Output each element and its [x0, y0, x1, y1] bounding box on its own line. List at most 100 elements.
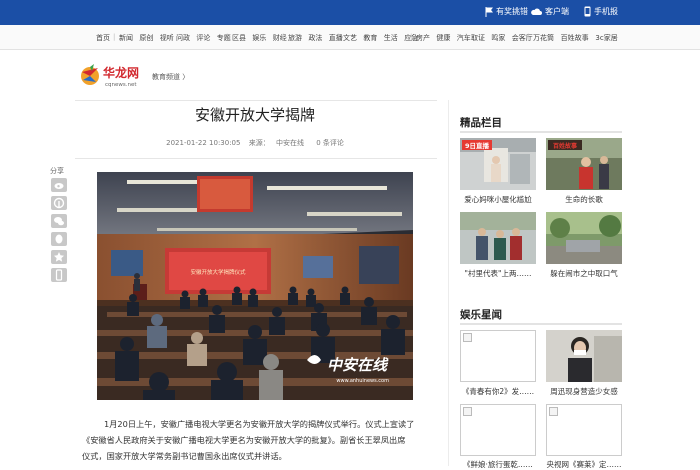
- nav-separator: |: [465, 33, 468, 41]
- article-title: 安徽开放大学揭牌: [194, 106, 315, 124]
- qq-icon: [55, 234, 63, 244]
- broken-image-icon: [463, 407, 472, 416]
- cloud-icon: [531, 8, 542, 15]
- featured-badge-2: 百姓故事: [553, 142, 577, 150]
- nav-item[interactable]: 旅游: [288, 33, 302, 43]
- nav-separator: |: [113, 33, 116, 41]
- featured-photo-2: 百姓故事: [546, 138, 622, 190]
- featured-caption-3[interactable]: "村里代表"上两……: [458, 268, 538, 279]
- logo-subtitle: cqnews.net: [105, 82, 137, 88]
- featured-thumb-3[interactable]: [460, 212, 536, 264]
- entertainment-caption-1[interactable]: 《青春有你2》发……: [458, 386, 538, 397]
- share-mobile-button[interactable]: [51, 268, 67, 282]
- star-icon: [54, 252, 64, 262]
- comment-count-link[interactable]: 0 条评论: [316, 139, 344, 147]
- featured-photo-3: [460, 212, 536, 264]
- logo-title: 华龙网: [103, 65, 139, 80]
- pinterest-icon: [53, 197, 65, 209]
- nav-item[interactable]: 财经: [273, 33, 287, 43]
- nav-item[interactable]: 万花筒: [533, 33, 554, 43]
- section-title-featured: 精品栏目: [460, 117, 502, 129]
- entertainment-caption-4[interactable]: 央视网《赛莱》定……: [544, 459, 624, 470]
- nav-separator: |: [337, 33, 340, 41]
- featured-thumb-1[interactable]: 9日直播: [460, 138, 536, 190]
- nav-item[interactable]: 问政: [176, 33, 190, 43]
- nav-item[interactable]: 百姓故事: [561, 33, 589, 43]
- article-date: 2021-01-22 10:30:05: [166, 139, 241, 147]
- logo-emblem-icon: [81, 64, 99, 85]
- share-label: 分享: [50, 167, 64, 175]
- nav-item[interactable]: 健康: [436, 33, 450, 43]
- nav-item[interactable]: 会客厅: [512, 33, 533, 43]
- share-weibo-button[interactable]: [51, 178, 67, 192]
- nav-separator: |: [170, 33, 173, 41]
- screen-banner-text: 安徽开放大学揭牌仪式: [190, 268, 246, 276]
- share-qq-button[interactable]: [51, 232, 67, 246]
- nav-item[interactable]: 娱乐: [252, 33, 266, 43]
- nav-item[interactable]: 区县: [232, 33, 246, 43]
- nav-item[interactable]: 首页: [96, 33, 110, 43]
- nav-separator: |: [527, 33, 530, 41]
- nav-item[interactable]: 生活: [384, 33, 398, 43]
- featured-thumb-2[interactable]: 百姓故事: [546, 138, 622, 190]
- mobile-news-link[interactable]: 手机报: [594, 6, 618, 17]
- nav-separator: |: [282, 33, 285, 41]
- featured-photo-1: 9日直播: [460, 138, 536, 190]
- broken-image-icon: [549, 407, 558, 416]
- featured-thumb-4[interactable]: [546, 212, 622, 264]
- site-logo: 华龙网 cqnews.net: [81, 64, 139, 88]
- featured-caption-2[interactable]: 生命的长歌: [544, 194, 624, 205]
- nav-item[interactable]: 原创: [139, 33, 153, 43]
- wechat-icon: [54, 217, 64, 226]
- flag-icon: [485, 7, 493, 17]
- entertainment-thumb-2[interactable]: [546, 330, 622, 382]
- nav-item[interactable]: 3c家居: [595, 33, 617, 43]
- entertainment-caption-2[interactable]: 周迅现身营造少女感: [544, 386, 624, 397]
- divider: [75, 158, 437, 159]
- nav-item[interactable]: 专题: [217, 33, 231, 43]
- share-wechat-button[interactable]: [51, 214, 67, 228]
- nav-item[interactable]: 鸣家: [491, 33, 505, 43]
- nav-item[interactable]: 直播: [329, 33, 343, 43]
- main-nav: 首页 | 新闻 原创 视听 | 问政 评论 专题 | 区县 娱乐 财经 | 旅游 政法 直播 | 文艺 教育 生活 应急 |…: [0, 25, 700, 50]
- nav-item[interactable]: 政法: [308, 33, 322, 43]
- breadcrumb[interactable]: 教育频道 〉: [152, 72, 189, 82]
- entertainment-photo-2: [546, 330, 622, 382]
- nav-item[interactable]: 汽车: [457, 33, 471, 43]
- nav-item[interactable]: 新闻: [119, 33, 133, 43]
- nav-item[interactable]: 取证: [471, 33, 485, 43]
- client-app-link[interactable]: 客户端: [545, 6, 569, 17]
- nav-item[interactable]: 文艺: [343, 33, 357, 43]
- article-paragraph-line: 1月20日上午，安徽广播电视大学更名为安徽开放大学的揭牌仪式举行。仪式上宣读了: [104, 419, 415, 429]
- photo-watermark-text: 中安在线: [327, 356, 389, 374]
- broken-image-icon: [463, 333, 472, 342]
- share-pinterest-button[interactable]: [51, 196, 67, 210]
- entertainment-thumb-1[interactable]: [460, 330, 536, 382]
- nav-item[interactable]: 评论: [196, 33, 210, 43]
- share-favorite-button[interactable]: [51, 250, 67, 264]
- featured-caption-1[interactable]: 爱心妈咪小屋化尴尬: [458, 194, 538, 205]
- entertainment-caption-3[interactable]: 《鲜娘·旅行蛋乾……: [458, 459, 538, 470]
- article-paragraph-line: 《安徽省人民政府关于安徽广播电视大学更名为安徽开放大学的批复》。副省长王翠凤出席: [82, 435, 406, 445]
- section-title-entertainment: 娱乐星闻: [460, 309, 502, 321]
- section-underline: [460, 323, 622, 325]
- nav-item[interactable]: 房产: [416, 33, 430, 43]
- sidebar-divider: [448, 100, 449, 466]
- nav-item[interactable]: 教育: [363, 33, 377, 43]
- article-source[interactable]: 中安在线: [276, 139, 304, 147]
- photo-watermark-url: www.anhuinews.com: [336, 378, 389, 384]
- source-label: 来源：: [248, 139, 270, 147]
- entertainment-thumb-3[interactable]: [460, 404, 536, 456]
- report-error-link[interactable]: 有奖挑错: [496, 6, 528, 17]
- entertainment-thumb-4[interactable]: [546, 404, 622, 456]
- nav-separator: |: [410, 33, 413, 41]
- featured-caption-4[interactable]: 躲在闹市之中取口气: [544, 268, 624, 279]
- top-bar: 有奖挑错 客户端 手机报: [0, 0, 700, 25]
- featured-photo-4: [546, 212, 622, 264]
- featured-badge-1: 9日直播: [465, 141, 490, 150]
- divider: [75, 100, 437, 101]
- mobile-icon: [55, 269, 63, 281]
- article-meta: 2021-01-22 10:30:05 来源： 中安在线 0 条评论: [140, 138, 370, 148]
- nav-separator: |: [226, 33, 229, 41]
- article-paragraph-line: 仪式，国家开放大学常务副书记曹国永出席仪式并讲话。: [82, 451, 287, 461]
